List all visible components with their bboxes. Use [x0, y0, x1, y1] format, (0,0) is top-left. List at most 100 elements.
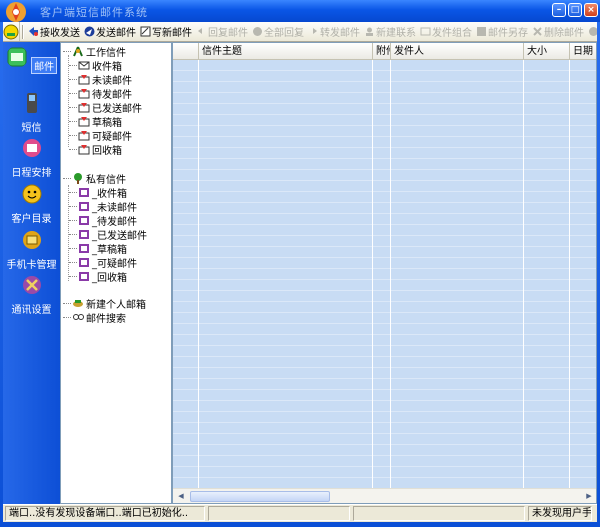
new-contact-button[interactable]: 新建联系 [362, 23, 418, 41]
tree-item-new-mailbox[interactable]: 新建个人邮箱 [63, 296, 146, 311]
tree-item-unread[interactable]: 未读邮件 [69, 72, 132, 87]
nav-item-contacts[interactable]: 客户目录 [3, 183, 60, 225]
status-port: 端口..没有发现设备端口..端口已初始化.. [5, 506, 205, 521]
scroll-thumb[interactable] [190, 491, 330, 502]
status-bar: 端口..没有发现设备端口..端口已初始化.. 未发现用户手 [3, 504, 597, 522]
column-header-attachment[interactable]: 附件 [373, 43, 391, 60]
title-bar[interactable]: 客户端短信邮件系统 – □ × [0, 0, 600, 22]
tree-item-trash[interactable]: 回收箱 [69, 142, 122, 157]
nav-item-settings[interactable]: 通讯设置 [3, 274, 60, 316]
reply-button[interactable]: 回复邮件 [194, 23, 250, 41]
mail-rows[interactable] [173, 60, 596, 488]
column-headers: 信件主题 附件 发件人 大小 日期 [173, 43, 596, 60]
calendar-icon [22, 139, 41, 157]
suspicious-mail-icon [78, 130, 90, 140]
column-divider [569, 60, 570, 488]
folder-tree: 工作信件 收件箱 未读邮件 待发邮件 已发送邮件 草稿箱 可疑邮件 回收箱 私有… [60, 42, 172, 504]
private-mailbox-icon [79, 215, 89, 225]
trash-icon [78, 144, 90, 154]
tree-item-inbox[interactable]: 收件箱 [69, 58, 122, 73]
unread-mail-icon [78, 74, 90, 84]
reply-icon [198, 28, 202, 34]
column-divider [198, 60, 199, 488]
minimize-button[interactable]: – [552, 3, 566, 17]
reply-all-icon [253, 27, 262, 36]
scroll-left-icon[interactable]: ◀ [174, 490, 188, 502]
tree-root-private[interactable]: 私有信件 [63, 171, 126, 186]
mail-list: 信件主题 附件 发件人 大小 日期 ◀ ▶ [172, 42, 597, 504]
tree-item-private-inbox[interactable]: _收件箱 [69, 185, 127, 200]
tree-item-drafts[interactable]: 草稿箱 [69, 114, 122, 129]
private-mailbox-icon [79, 229, 89, 239]
phone-icon [26, 93, 37, 113]
tree-item-private-sent[interactable]: _已发送邮件 [69, 227, 147, 242]
drafts-icon [78, 116, 90, 126]
column-divider [390, 60, 391, 488]
forward-button[interactable]: 转发邮件 [306, 23, 362, 41]
home-button[interactable] [3, 22, 20, 41]
compose-group-icon [420, 27, 431, 36]
home-icon [3, 24, 19, 39]
forward-icon [313, 28, 317, 34]
save-as-button[interactable]: 邮件另存 [474, 23, 530, 41]
tree-item-private-outbox[interactable]: _待发邮件 [69, 213, 137, 228]
status-user: 未发现用户手 [528, 506, 592, 521]
receive-send-button[interactable]: 接收发送 [26, 23, 82, 41]
column-header-sender[interactable]: 发件人 [391, 43, 524, 60]
tree-item-mail-search[interactable]: 邮件搜索 [63, 310, 126, 325]
column-divider [372, 60, 373, 488]
mail-icon [7, 47, 27, 67]
horizontal-scrollbar[interactable]: ◀ ▶ [173, 488, 596, 503]
toolbar: 接收发送 发送邮件 写新邮件 回复邮件 全部回复 转发邮件 新建联系 发件组合 [3, 22, 597, 42]
new-mail-icon [140, 26, 151, 37]
private-mailbox-icon [79, 201, 89, 211]
archive-icon [589, 27, 597, 36]
inbox-icon [78, 61, 90, 69]
tools-icon [22, 276, 41, 294]
nav-item-mail[interactable]: 邮件 [3, 46, 60, 74]
send-mail-button[interactable]: 发送邮件 [82, 23, 138, 41]
tree-item-suspicious[interactable]: 可疑邮件 [69, 128, 132, 143]
column-divider [523, 60, 524, 488]
receive-send-icon [29, 27, 38, 36]
archive-button[interactable]: 存档 [586, 23, 597, 41]
delete-button[interactable]: 删除邮件 [530, 23, 586, 41]
app-window: 客户端短信邮件系统 – □ × 接收发送 发送邮件 写新邮件 回复邮件 全部回复… [0, 0, 600, 527]
app-logo-icon [6, 2, 26, 22]
column-header-subject[interactable]: 信件主题 [199, 43, 373, 60]
scroll-right-icon[interactable]: ▶ [582, 490, 596, 502]
maximize-button[interactable]: □ [568, 3, 582, 17]
tree-item-private-suspicious[interactable]: _可疑邮件 [69, 255, 137, 270]
nav-item-calendar[interactable]: 日程安排 [3, 137, 60, 179]
column-header-size[interactable]: 大小 [524, 43, 570, 60]
tree-item-private-trash[interactable]: _回收箱 [69, 269, 127, 284]
tree-item-outbox[interactable]: 待发邮件 [69, 86, 132, 101]
tree-root-work[interactable]: 工作信件 [63, 44, 126, 59]
tree-item-private-drafts[interactable]: _草稿箱 [69, 241, 127, 256]
new-mail-button[interactable]: 写新邮件 [138, 23, 194, 41]
column-header-date[interactable]: 日期 [570, 43, 596, 60]
tree-item-private-unread[interactable]: _未读邮件 [69, 199, 137, 214]
smiley-icon [22, 184, 41, 204]
nav-sidebar: 邮件 短信 日程安排 客户目录 手机卡管理 通讯设置 [3, 42, 60, 504]
close-button[interactable]: × [584, 3, 598, 17]
sent-mail-icon [78, 102, 90, 112]
toolbar-separator [22, 24, 24, 39]
private-mailbox-icon [79, 257, 89, 267]
new-contact-icon [366, 27, 373, 36]
compose-group-button[interactable]: 发件组合 [418, 23, 474, 41]
outbox-icon [78, 88, 90, 98]
send-mail-icon [84, 26, 95, 37]
simcard-icon [22, 231, 41, 249]
private-mailbox-icon [79, 187, 89, 197]
private-mailbox-icon [79, 243, 89, 253]
save-as-icon [477, 27, 486, 36]
private-mailbox-icon [79, 271, 89, 281]
nav-item-sms[interactable]: 短信 [3, 92, 60, 134]
reply-all-button[interactable]: 全部回复 [250, 23, 306, 41]
status-empty-2 [353, 506, 525, 521]
tree-item-sent[interactable]: 已发送邮件 [69, 100, 142, 115]
delete-icon [533, 27, 542, 36]
nav-item-simcard[interactable]: 手机卡管理 [3, 229, 60, 271]
column-header-select[interactable] [173, 43, 199, 60]
